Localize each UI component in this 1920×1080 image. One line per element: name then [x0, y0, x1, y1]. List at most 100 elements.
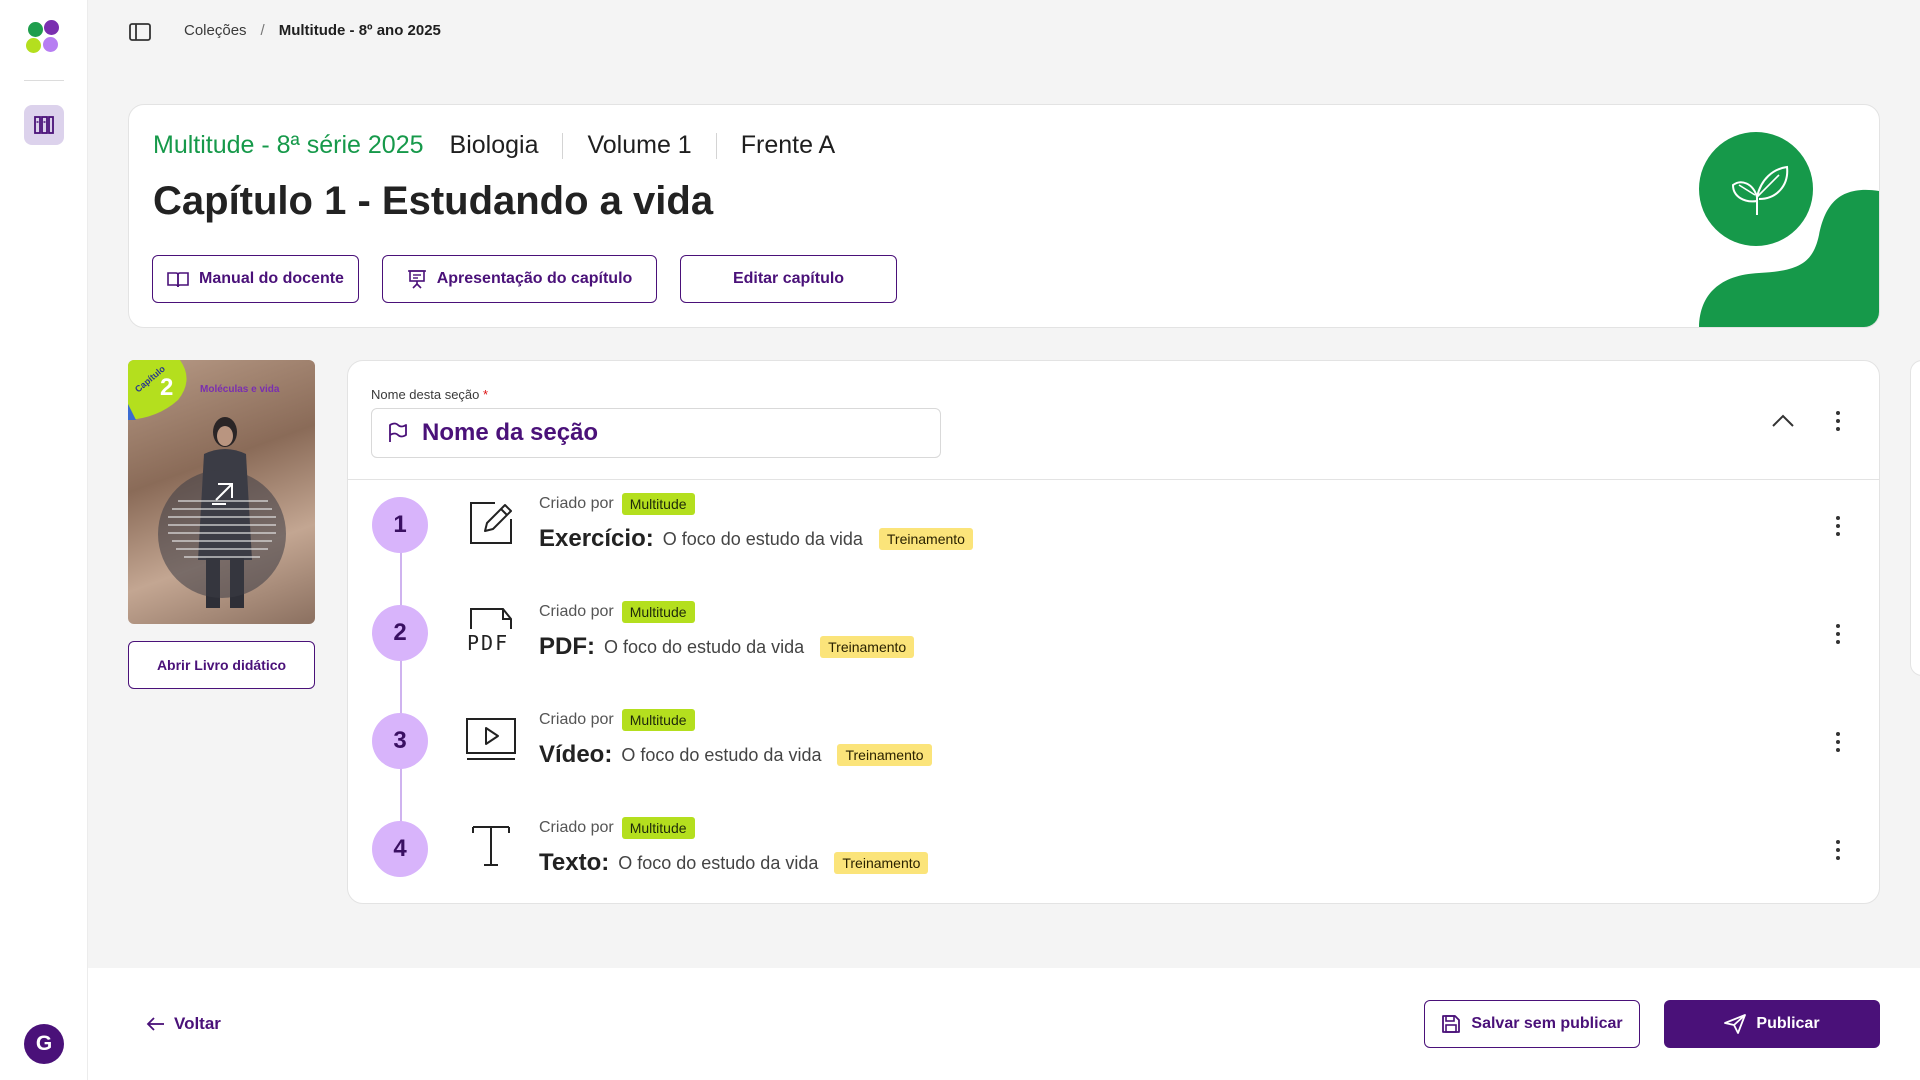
chapter-meta: Multitude - 8ª série 2025 Biologia Volum… — [153, 131, 835, 160]
cover-title: Moléculas e vida — [200, 384, 280, 395]
item-description: O foco do estudo da vida — [618, 852, 819, 873]
publish-button[interactable]: Publicar — [1664, 1000, 1880, 1048]
user-avatar[interactable]: G — [24, 1024, 64, 1064]
textbook-cover[interactable]: Capítulo 2 Moléculas e vida — [128, 360, 315, 624]
breadcrumb: Coleções / Multitude - 8º ano 2025 — [184, 22, 441, 39]
open-textbook-label: Abrir Livro didático — [156, 657, 287, 673]
app-logo[interactable] — [26, 18, 62, 54]
section-card: Nome desta seção * Nome da seção 1 Criad… — [347, 360, 1880, 904]
item-description: O foco do estudo da vida — [621, 744, 822, 765]
books-icon — [34, 116, 54, 134]
section-more-button[interactable] — [1826, 406, 1850, 436]
created-by: Criado por Multitude — [539, 709, 695, 731]
avatar-initial: G — [35, 1032, 53, 1055]
sidebar: G — [0, 0, 88, 1080]
item-type: PDF: — [539, 633, 595, 660]
section-name-label-text: Nome desta seção — [371, 387, 480, 402]
item-more-button[interactable] — [1826, 619, 1850, 649]
item-title: PDF: O foco do estudo da vida Treinament… — [539, 633, 915, 661]
item-title: Texto: O foco do estudo da vida Treiname… — [539, 849, 929, 877]
created-by: Criado por Multitude — [539, 601, 695, 623]
training-tag: Treinamento — [834, 852, 929, 874]
created-by-label: Criado por — [539, 711, 614, 728]
created-by: Criado por Multitude — [539, 817, 695, 839]
item-type: Vídeo: — [539, 741, 613, 768]
sidebar-item-collections[interactable] — [24, 105, 64, 145]
training-tag: Treinamento — [878, 528, 973, 550]
meta-divider — [562, 132, 564, 159]
item-title: Vídeo: O foco do estudo da vida Treiname… — [539, 741, 932, 769]
step-number: 2 — [372, 605, 428, 661]
send-icon — [1724, 1014, 1747, 1034]
chevron-up-icon — [1772, 414, 1794, 427]
author-tag: Multitude — [621, 709, 695, 731]
item-more-button[interactable] — [1826, 511, 1850, 541]
author-tag: Multitude — [621, 601, 695, 623]
volume-name: Volume 1 — [587, 131, 692, 159]
chapter-actions: Manual do docente Apresentação do capítu… — [152, 255, 897, 303]
leaf-decoration-icon — [1699, 132, 1879, 327]
section-name-label: Nome desta seção * — [371, 387, 488, 402]
step-number: 4 — [372, 821, 428, 877]
pdf-icon: PDF — [465, 605, 517, 657]
meta-divider — [715, 132, 717, 159]
back-button[interactable]: Voltar — [146, 1014, 221, 1034]
section-item-text[interactable]: 4 Criado por Multitude Texto: O foco do … — [348, 817, 1881, 929]
edit-chapter-button[interactable]: Editar capítulo — [680, 255, 897, 303]
edit-chapter-label: Editar capítulo — [732, 270, 845, 287]
required-mark: * — [483, 387, 489, 402]
item-type: Exercício: — [539, 525, 654, 552]
sidebar-divider — [24, 80, 64, 81]
section-item-pdf[interactable]: 2 PDF Criado por Multitude PDF: O foco d… — [348, 601, 1881, 713]
open-book-icon — [167, 272, 189, 288]
section-header: Nome desta seção * Nome da seção — [348, 361, 1879, 480]
created-by-label: Criado por — [539, 819, 614, 836]
step-number: 3 — [372, 713, 428, 769]
step-number: 1 — [372, 497, 428, 553]
chapter-header-card: Multitude - 8ª série 2025 Biologia Volum… — [128, 104, 1880, 328]
subject-name: Biologia — [449, 131, 539, 159]
created-by-label: Criado por — [539, 603, 614, 620]
section-name-input[interactable]: Nome da seção — [371, 408, 941, 458]
chapter-badge-number: 2 — [160, 374, 174, 401]
chapter-presentation-label: Apresentação do capítulo — [436, 270, 633, 287]
publish-label: Publicar — [1756, 1015, 1820, 1032]
flag-icon — [389, 422, 407, 442]
training-tag: Treinamento — [820, 636, 915, 658]
section-name-value: Nome da seção — [422, 419, 599, 446]
author-tag: Multitude — [621, 493, 695, 515]
edit-square-icon — [465, 497, 517, 549]
open-textbook-button[interactable]: Abrir Livro didático — [128, 641, 315, 689]
item-title: Exercício: O foco do estudo da vida Trei… — [539, 525, 973, 553]
teacher-manual-button[interactable]: Manual do docente — [152, 255, 359, 303]
text-icon — [465, 821, 517, 873]
arrow-left-icon — [146, 1017, 164, 1031]
save-label: Salvar sem publicar — [1471, 1015, 1623, 1032]
sidebar-panel-icon — [129, 23, 151, 41]
save-icon — [1442, 1015, 1461, 1033]
pdf-icon-text: PDF — [467, 631, 510, 655]
sidebar-toggle-button[interactable] — [128, 20, 152, 44]
created-by-label: Criado por — [539, 495, 614, 512]
teacher-manual-label: Manual do docente — [199, 270, 344, 287]
collection-name: Multitude - 8ª série 2025 — [153, 131, 424, 159]
section-item-exercise[interactable]: 1 Criado por Multitude Exercício: O foco… — [348, 493, 1881, 605]
breadcrumb-current: Multitude - 8º ano 2025 — [278, 22, 441, 39]
breadcrumb-root[interactable]: Coleções — [184, 22, 247, 39]
footer-bar: Voltar Salvar sem publicar Publicar — [88, 968, 1920, 1080]
front-name: Frente A — [740, 131, 836, 159]
item-description: O foco do estudo da vida — [604, 636, 805, 657]
created-by: Criado por Multitude — [539, 493, 695, 515]
video-icon — [465, 713, 517, 765]
chapter-presentation-button[interactable]: Apresentação do capítulo — [382, 255, 657, 303]
collapse-section-button[interactable] — [1768, 406, 1798, 436]
item-more-button[interactable] — [1826, 727, 1850, 757]
item-description: O foco do estudo da vida — [662, 528, 863, 549]
back-label: Voltar — [174, 1014, 221, 1033]
next-section-card-edge — [1910, 360, 1920, 676]
save-without-publish-button[interactable]: Salvar sem publicar — [1424, 1000, 1640, 1048]
item-more-button[interactable] — [1826, 835, 1850, 865]
section-item-video[interactable]: 3 Criado por Multitude Vídeo: O foco do … — [348, 709, 1881, 821]
training-tag: Treinamento — [837, 744, 932, 766]
item-type: Texto: — [539, 849, 610, 876]
